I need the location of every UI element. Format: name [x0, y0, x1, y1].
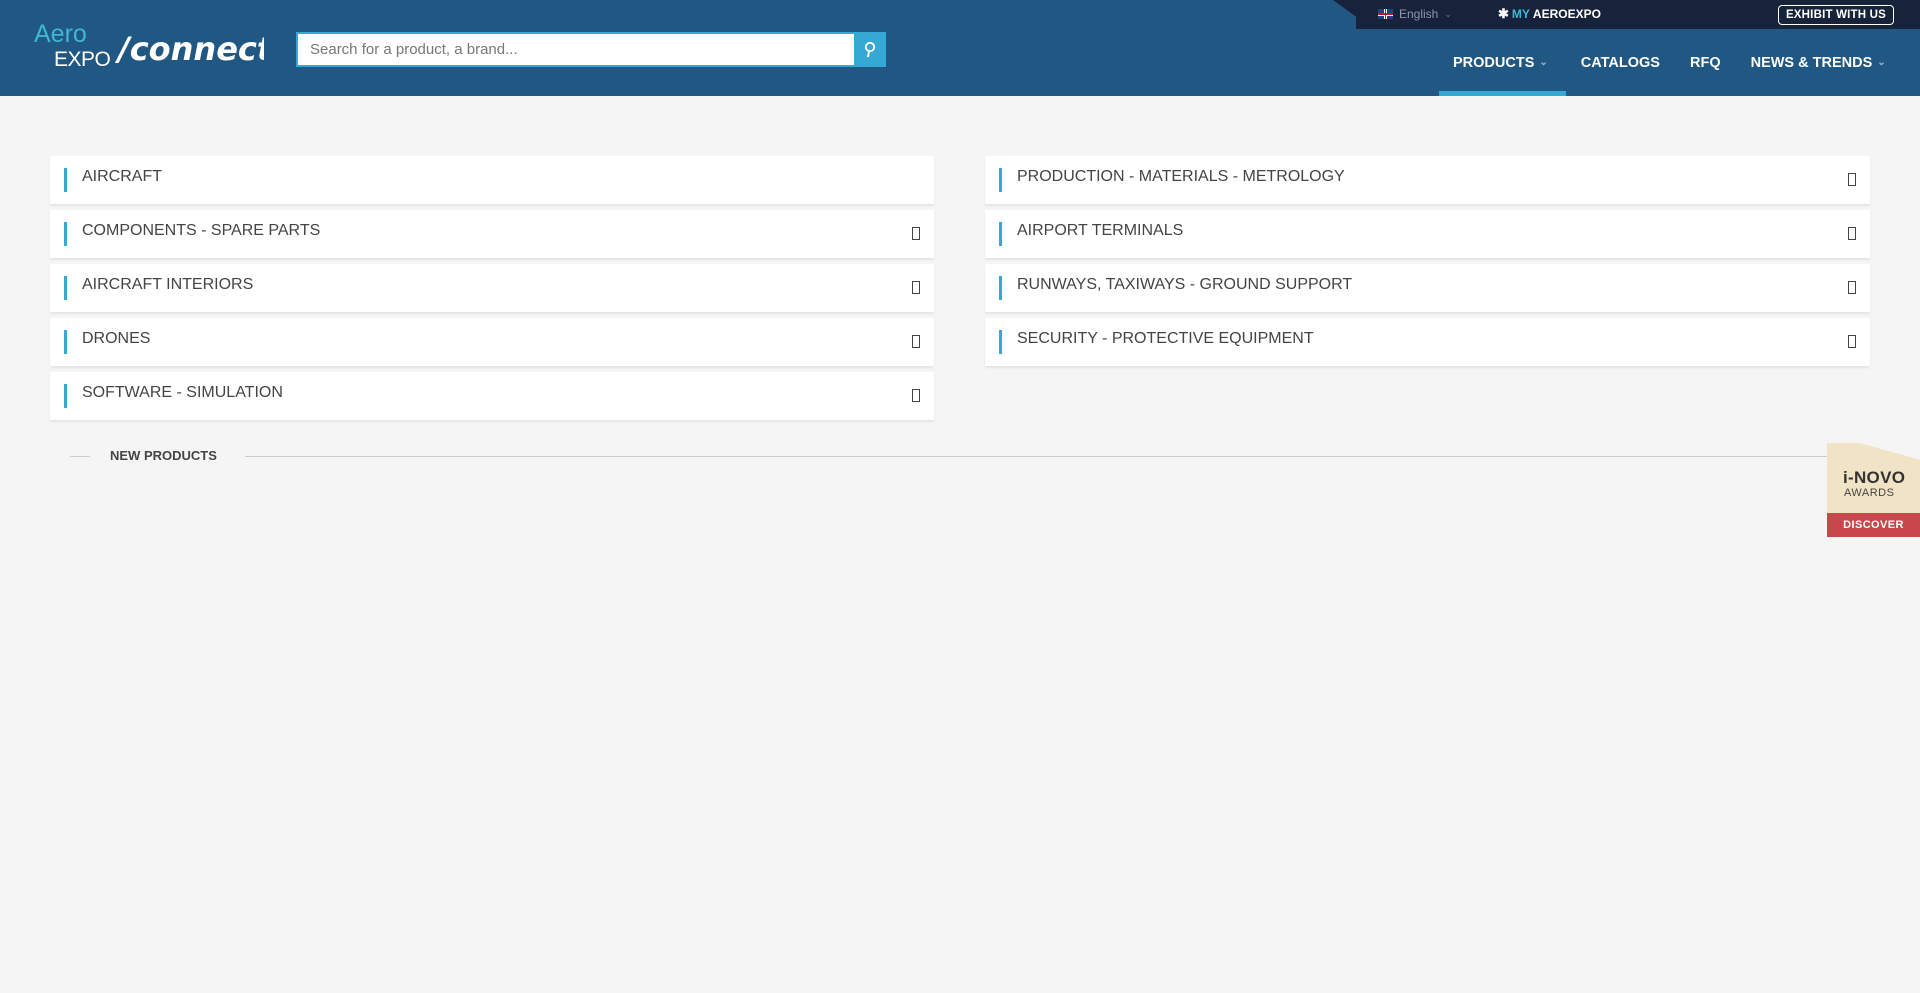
category-label: AIRCRAFT INTERIORS	[82, 276, 254, 293]
nav-news-trends-label: NEWS & TRENDS	[1750, 55, 1873, 71]
new-products-heading: NEW PRODUCTS	[110, 448, 217, 463]
discover-button[interactable]: DISCOVER	[1827, 513, 1920, 537]
logo-word-aero: Aero	[34, 20, 87, 48]
category-label: SECURITY - PROTECTIVE EQUIPMENT	[1017, 330, 1314, 347]
logo-word-expo: EXPO	[54, 48, 111, 71]
star-icon: ✱	[1498, 6, 1509, 21]
category-label: AIRPORT TERMINALS	[1017, 222, 1184, 239]
category-label: SOFTWARE - SIMULATION	[82, 384, 283, 401]
search-icon	[864, 41, 876, 57]
language-label: English	[1399, 7, 1439, 21]
expand-icon[interactable]	[1848, 227, 1856, 240]
category-security-protective-equipment[interactable]: SECURITY - PROTECTIVE EQUIPMENT	[985, 318, 1870, 366]
myaeroexpo-suffix: AEROEXPO	[1532, 7, 1601, 21]
expand-icon[interactable]	[1848, 281, 1856, 294]
nav-active-indicator	[1439, 91, 1566, 96]
inovo-awards-badge[interactable]: i-NOVO AWARDS DISCOVER	[1827, 443, 1920, 537]
nav-news-trends[interactable]: NEWS & TRENDS ⌄	[1736, 44, 1896, 96]
myaeroexpo-link[interactable]: ✱ MY AEROEXPO	[1498, 5, 1601, 23]
nav-products[interactable]: PRODUCTS ⌄	[1439, 44, 1566, 96]
category-airport-terminals[interactable]: AIRPORT TERMINALS	[985, 210, 1870, 258]
category-software-simulation[interactable]: SOFTWARE - SIMULATION	[50, 372, 934, 420]
search-button[interactable]	[854, 32, 886, 67]
category-components-spare-parts[interactable]: COMPONENTS - SPARE PARTS	[50, 210, 934, 258]
category-aircraft[interactable]: AIRCRAFT	[50, 156, 934, 204]
category-accent-bar	[64, 168, 67, 192]
expand-icon[interactable]	[912, 335, 920, 348]
nav-catalogs-label: CATALOGS	[1580, 55, 1660, 71]
divider-line	[70, 456, 90, 457]
category-label: DRONES	[82, 330, 151, 347]
search-bar	[296, 32, 886, 67]
uk-flag-icon	[1378, 9, 1393, 19]
nav-rfq[interactable]: RFQ	[1675, 44, 1736, 96]
aeroexpo-connect-logo[interactable]: Aero EXPO /connect	[34, 20, 264, 72]
category-label: PRODUCTION - MATERIALS - METROLOGY	[1017, 168, 1345, 185]
category-accent-bar	[64, 222, 67, 246]
category-accent-bar	[999, 276, 1002, 300]
expand-icon[interactable]	[1848, 335, 1856, 348]
divider-line	[245, 456, 1831, 457]
nav-products-label: PRODUCTS	[1453, 55, 1535, 71]
awards-subtitle: AWARDS	[1844, 487, 1895, 499]
logo-word-connect: /connect	[114, 30, 264, 68]
expand-icon[interactable]	[1848, 173, 1856, 186]
category-drones[interactable]: DRONES	[50, 318, 934, 366]
awards-title: i-NOVO	[1843, 468, 1906, 487]
category-accent-bar	[64, 330, 67, 354]
category-accent-bar	[64, 276, 67, 300]
category-accent-bar	[64, 384, 67, 408]
main-nav: PRODUCTS ⌄ CATALOGS RFQ NEWS & TRENDS ⌄	[1439, 44, 1896, 96]
expand-icon[interactable]	[912, 227, 920, 240]
site-header: Aero EXPO /connect English ⌄ ✱ MYAEROEXP…	[0, 0, 1920, 96]
category-accent-bar	[999, 168, 1002, 192]
category-accent-bar	[999, 222, 1002, 246]
exhibit-with-us-button[interactable]: EXHIBIT WITH US	[1778, 5, 1894, 25]
expand-icon[interactable]	[912, 389, 920, 402]
nav-rfq-label: RFQ	[1689, 55, 1721, 71]
category-label: RUNWAYS, TAXIWAYS - GROUND SUPPORT	[1017, 276, 1353, 293]
language-selector[interactable]: English ⌄	[1378, 5, 1452, 23]
category-label: COMPONENTS - SPARE PARTS	[82, 222, 321, 239]
category-production-materials-metrology[interactable]: PRODUCTION - MATERIALS - METROLOGY	[985, 156, 1870, 204]
myaeroexpo-prefix: MY	[1511, 7, 1530, 21]
category-runways-taxiways-ground-support[interactable]: RUNWAYS, TAXIWAYS - GROUND SUPPORT	[985, 264, 1870, 312]
category-aircraft-interiors[interactable]: AIRCRAFT INTERIORS	[50, 264, 934, 312]
chevron-down-icon: ⌄	[1539, 57, 1548, 68]
chevron-down-icon: ⌄	[1444, 8, 1452, 19]
category-label: AIRCRAFT	[82, 168, 162, 185]
search-input[interactable]	[296, 32, 854, 67]
nav-catalogs[interactable]: CATALOGS	[1566, 44, 1675, 96]
category-accent-bar	[999, 330, 1002, 354]
chevron-down-icon: ⌄	[1877, 57, 1886, 68]
expand-icon[interactable]	[912, 281, 920, 294]
